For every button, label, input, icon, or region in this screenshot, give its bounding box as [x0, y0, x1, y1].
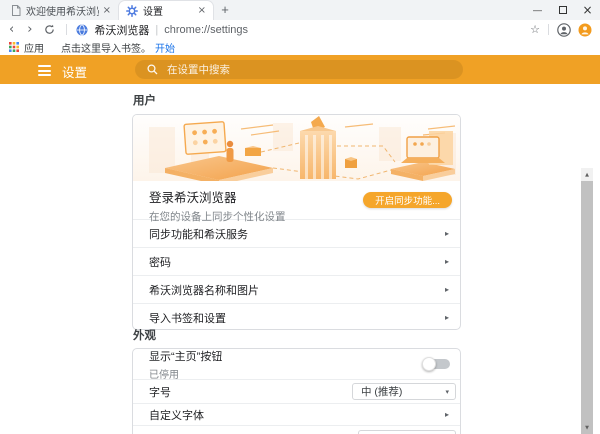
signin-row: 登录希沃浏览器 在您的设备上同步个性化设置 开启同步功能...: [133, 181, 460, 223]
signin-subtitle: 在您的设备上同步个性化设置: [149, 211, 286, 223]
forward-icon[interactable]: ›: [27, 23, 32, 36]
window-close-button[interactable]: ×: [575, 0, 600, 20]
scroll-down-icon[interactable]: ▼: [581, 421, 593, 434]
settings-content: 用户 登录希沃浏览器 在您的设备上同步个性化设置 开启同步功能... 同步功能和…: [0, 84, 600, 434]
sync-illustration: [133, 115, 460, 185]
search-placeholder: 在设置中搜索: [167, 64, 230, 76]
row-browser-name-picture[interactable]: 希沃浏览器名称和图片 ▸: [133, 275, 460, 303]
row-label: 字号: [149, 386, 171, 399]
site-name: 希沃浏览器: [94, 24, 150, 37]
import-bookmarks-hint: 点击这里导入书签。: [61, 43, 151, 55]
chevron-right-icon: ▸: [444, 229, 449, 238]
url-divider: |: [155, 23, 159, 36]
tab-welcome[interactable]: 欢迎使用希沃浏览器 ×: [4, 0, 118, 20]
select-value: 中 (推荐): [361, 386, 403, 398]
import-start-link[interactable]: 开始: [155, 40, 175, 55]
tab-strip: 欢迎使用希沃浏览器 × 设置 × + — ×: [0, 0, 600, 20]
page-icon: [12, 4, 21, 16]
settings-header: 设置 在设置中搜索: [0, 55, 600, 84]
site-globe-icon: [76, 24, 88, 35]
row-label: 自定义字体: [149, 409, 204, 422]
chevron-right-icon: ▸: [444, 257, 449, 266]
new-tab-button[interactable]: +: [214, 0, 236, 20]
apps-grid-icon[interactable]: [9, 42, 19, 52]
toggle-knob: [422, 357, 436, 371]
chevron-right-icon: ▸: [444, 285, 449, 294]
tab-close-icon[interactable]: ×: [103, 5, 111, 16]
row-label: 导入书签和设置: [149, 312, 226, 325]
chevron-right-icon: ▸: [444, 410, 449, 419]
row-label: 密码: [149, 256, 171, 269]
tab-close-icon[interactable]: ×: [198, 5, 206, 16]
chevron-down-icon: ▾: [445, 387, 449, 396]
url-text[interactable]: chrome://settings: [164, 24, 248, 36]
row-custom-fonts[interactable]: 自定义字体 ▸: [133, 403, 460, 425]
scrollbar[interactable]: ▲ ▼: [581, 168, 593, 434]
row-passwords[interactable]: 密码 ▸: [133, 247, 460, 275]
scrollbar-thumb[interactable]: [581, 181, 593, 434]
window-minimize-button[interactable]: —: [525, 0, 550, 20]
tab-settings[interactable]: 设置 ×: [118, 0, 214, 20]
row-label: 希沃浏览器名称和图片: [149, 284, 259, 297]
tab-label: 欢迎使用希沃浏览器: [26, 6, 99, 18]
bookmark-star-icon[interactable]: ☆: [530, 24, 540, 35]
row-label: 同步功能和希沃服务: [149, 228, 248, 241]
reload-icon[interactable]: [44, 24, 55, 35]
row-status: 已停用: [149, 369, 179, 381]
apps-shortcut[interactable]: 应用: [24, 40, 44, 55]
navigation-bar: ‹ › 希沃浏览器 | chrome://settings ☆: [0, 20, 600, 39]
divider: [66, 24, 68, 35]
chevron-right-icon: ▸: [444, 313, 449, 322]
menu-icon[interactable]: [38, 65, 51, 76]
home-button-toggle[interactable]: [422, 357, 450, 371]
row-label: 显示“主页”按钮: [149, 350, 223, 363]
window-controls: — ×: [525, 0, 600, 20]
user-section-card: 登录希沃浏览器 在您的设备上同步个性化设置 开启同步功能... 同步功能和希沃服…: [132, 114, 461, 330]
row-partial: [133, 425, 460, 434]
avatar[interactable]: [578, 23, 592, 37]
divider: [548, 24, 549, 35]
bookmarks-bar: 应用 点击这里导入书签。 开始: [0, 39, 600, 55]
search-icon: [147, 64, 158, 75]
row-import-bookmarks[interactable]: 导入书签和设置 ▸: [133, 303, 460, 329]
row-font-size: 字号 中 (推荐) ▾: [133, 379, 460, 403]
window-maximize-button[interactable]: [550, 0, 575, 20]
back-icon[interactable]: ‹: [9, 23, 14, 36]
partial-select[interactable]: [358, 430, 456, 434]
scroll-up-icon[interactable]: ▲: [581, 168, 593, 181]
appearance-section-card: 显示“主页”按钮 已停用 字号 中 (推荐) ▾ 自定义字体 ▸: [132, 348, 461, 434]
font-size-select[interactable]: 中 (推荐) ▾: [352, 383, 456, 400]
turn-on-sync-button[interactable]: 开启同步功能...: [363, 192, 452, 208]
gear-icon: [126, 4, 138, 17]
profile-icon[interactable]: [557, 22, 571, 37]
row-show-home-button: 显示“主页”按钮 已停用: [133, 349, 460, 381]
tab-label: 设置: [143, 7, 163, 18]
section-heading-appearance: 外观: [133, 330, 156, 342]
page-title: 设置: [62, 66, 88, 80]
settings-search-input[interactable]: 在设置中搜索: [135, 60, 463, 79]
section-heading-user: 用户: [133, 95, 156, 107]
